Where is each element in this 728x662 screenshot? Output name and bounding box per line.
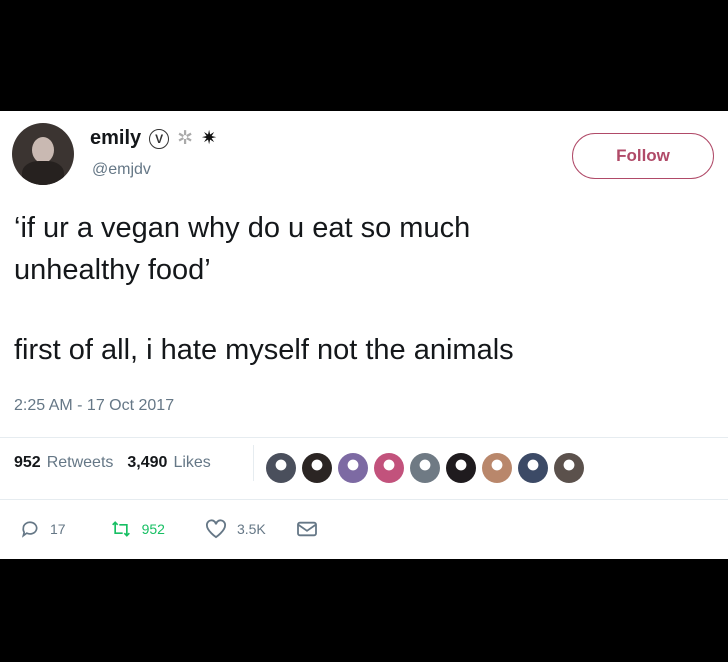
liker-avatar[interactable]: [374, 453, 404, 483]
spider-icon: ✷: [201, 128, 217, 149]
tweet-actions: 17 952 3.5K: [20, 519, 318, 539]
verified-v-icon: V: [149, 128, 170, 149]
liker-avatar[interactable]: [446, 453, 476, 483]
reply-count: 17: [50, 521, 66, 537]
like-action[interactable]: 3.5K: [205, 519, 266, 539]
envelope-icon: [296, 521, 317, 537]
tweet-text: ‘if ur a vegan why do u eat so much unhe…: [14, 207, 714, 371]
heart-icon: [205, 519, 226, 539]
avatar-body: [22, 161, 64, 185]
tweet-quote: ‘if ur a vegan why do u eat so much unhe…: [14, 212, 471, 286]
retweets-count[interactable]: 952: [14, 454, 41, 472]
reply-icon: [21, 521, 38, 538]
message-action[interactable]: [296, 520, 318, 538]
tweet-reply: first of all, i hate myself not the anim…: [14, 334, 514, 366]
likes-label[interactable]: Likes: [173, 454, 210, 472]
tweet-card: emily V ✲ ✷ @emjdv Follow ‘if ur a vegan…: [0, 111, 728, 559]
liker-avatar[interactable]: [266, 453, 296, 483]
retweet-icon: [111, 521, 130, 537]
timestamp[interactable]: 2:25 AM - 17 Oct 2017: [14, 397, 174, 415]
avatar-face: [32, 137, 54, 163]
liker-avatar[interactable]: [410, 453, 440, 483]
liker-avatar[interactable]: [518, 453, 548, 483]
display-name[interactable]: emily: [90, 127, 141, 150]
engagement-stats: 952 Retweets 3,490 Likes: [14, 454, 211, 472]
liker-avatar[interactable]: [338, 453, 368, 483]
retweet-count: 952: [141, 521, 165, 537]
liker-avatar[interactable]: [302, 453, 332, 483]
name-row: emily V ✲ ✷: [90, 127, 217, 150]
spider-web-icon: ✲: [177, 128, 194, 149]
follow-button[interactable]: Follow: [572, 133, 714, 179]
liker-avatar[interactable]: [482, 453, 512, 483]
retweet-action[interactable]: 952: [110, 519, 165, 539]
divider: [0, 437, 728, 438]
liker-avatars: [266, 453, 584, 483]
avatar[interactable]: [12, 123, 74, 185]
stats-separator: [253, 445, 254, 481]
user-handle[interactable]: @emjdv: [92, 161, 151, 179]
likes-count[interactable]: 3,490: [127, 454, 167, 472]
liker-avatar[interactable]: [554, 453, 584, 483]
reply-action[interactable]: 17: [20, 519, 66, 539]
like-count: 3.5K: [236, 521, 266, 537]
retweets-label[interactable]: Retweets: [47, 454, 114, 472]
divider: [0, 499, 728, 500]
